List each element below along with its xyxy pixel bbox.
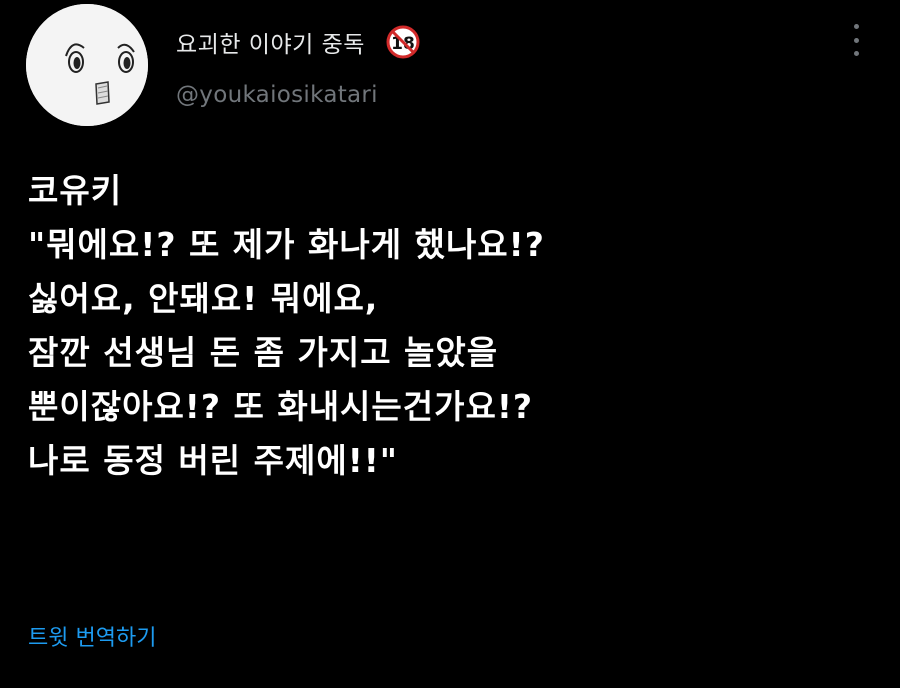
user-name-row: 요괴한 이야기 중독 18 — [176, 22, 421, 62]
tweet-text: 코유키 "뭐에요!? 또 제가 화나게 했나요!? 싫어요, 안돼요! 뭐에요,… — [28, 164, 878, 488]
dot — [853, 24, 859, 29]
translate-tweet-link[interactable]: 트윗 번역하기 — [28, 620, 156, 652]
tweet-line: "뭐에요!? 또 제가 화나게 했나요!? — [28, 225, 545, 264]
no-under-18-icon: 18 — [385, 24, 421, 60]
tweet-line: 잠깐 선생님 돈 좀 가지고 놀았을 — [28, 333, 499, 372]
cartoon-face-icon — [26, 4, 148, 126]
tweet-line: 뿐이잖아요!? 또 화내시는건가요!? — [28, 387, 534, 426]
avatar[interactable] — [26, 4, 148, 126]
tweet-line: 나로 동정 버린 주제에!!" — [28, 441, 398, 480]
user-handle[interactable]: @youkaiosikatari — [176, 82, 378, 108]
more-vertical-icon[interactable] — [848, 24, 864, 56]
dot — [853, 51, 859, 56]
display-name[interactable]: 요괴한 이야기 중독 — [176, 25, 365, 59]
tweet-line: 싫어요, 안돼요! 뭐에요, — [28, 279, 379, 318]
dot — [853, 37, 859, 43]
tweet-line: 코유키 — [28, 171, 123, 210]
